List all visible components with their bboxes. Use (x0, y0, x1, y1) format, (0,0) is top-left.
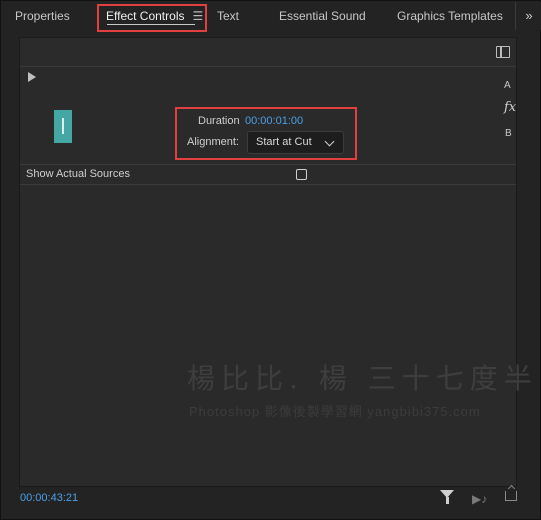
divider (20, 184, 516, 185)
controls-highlight-box (175, 107, 357, 160)
panel-tab-bar: Properties Effect Controls ☰ Text Essenti… (2, 2, 541, 32)
effect-controls-window: Properties Effect Controls ☰ Text Essenti… (0, 0, 541, 520)
filter-icon[interactable] (440, 490, 454, 504)
divider (20, 164, 516, 165)
side-b-label: B (505, 128, 512, 139)
tab-highlight-box (97, 4, 207, 32)
panel-header (20, 38, 516, 67)
show-actual-sources-checkbox[interactable] (296, 169, 307, 180)
tab-essential-sound[interactable]: Essential Sound (279, 2, 366, 30)
tab-graphics-templates[interactable]: Graphics Templates (397, 2, 503, 30)
show-actual-sources-label: Show Actual Sources (26, 168, 130, 180)
watermark-title: 楊比比. 楊 三十七度半 (187, 362, 538, 395)
fx-icon: fx (504, 100, 517, 115)
watermark-subtitle: Photoshop 影像後製學習網 yangbibi375.com (189, 404, 481, 419)
transition-thumbnail (54, 110, 72, 143)
tab-properties[interactable]: Properties (15, 2, 70, 30)
current-timecode[interactable]: 00:00:43:21 (20, 492, 78, 504)
side-a-label: A (504, 80, 511, 91)
double-chevron-right-icon[interactable]: » (515, 2, 541, 30)
tab-text[interactable]: Text (217, 2, 239, 30)
toggle-timeline-view-icon[interactable] (496, 46, 510, 58)
play-icon[interactable] (28, 72, 36, 82)
play-audio-icon[interactable]: ▶♪ (472, 492, 487, 506)
export-icon[interactable] (505, 491, 517, 501)
